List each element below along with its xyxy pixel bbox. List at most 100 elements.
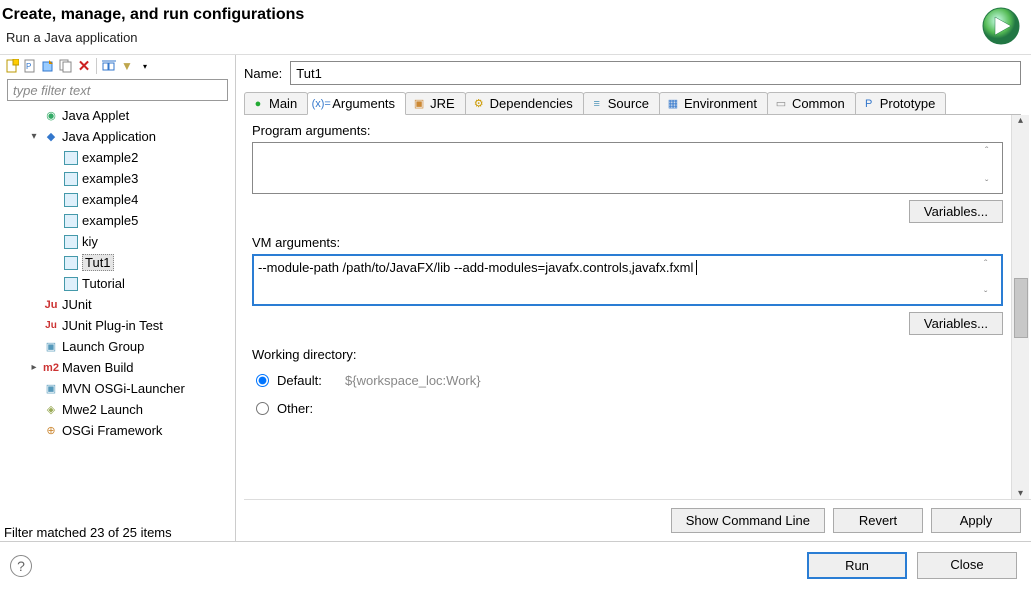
show-command-line-button[interactable]: Show Command Line [671, 508, 825, 533]
tab-label: Source [608, 96, 649, 111]
tree-item-label: example3 [82, 171, 138, 186]
tree-item-label: Launch Group [62, 339, 144, 354]
tree-item-junit-plug-in-test[interactable]: JuJUnit Plug-in Test [0, 315, 235, 336]
delete-icon[interactable]: ✕ [76, 58, 92, 74]
tree-item-label: example4 [82, 192, 138, 207]
tab-label: Dependencies [490, 96, 573, 111]
tab-icon: ▦ [666, 97, 680, 111]
dialog-title: Create, manage, and run configurations [2, 6, 304, 24]
tab-common[interactable]: ▭ Common [767, 92, 856, 114]
new-prototype-icon[interactable]: P [22, 58, 38, 74]
tree-item-mvn-osgi-launcher[interactable]: ▣MVN OSGi-Launcher [0, 378, 235, 399]
program-args-variables-button[interactable]: Variables... [909, 200, 1003, 223]
tree-item-label: Mwe2 Launch [62, 402, 143, 417]
tree-item-label: example2 [82, 150, 138, 165]
tab-prototype[interactable]: P Prototype [855, 92, 947, 114]
filter-icon[interactable]: ▼ [119, 58, 135, 74]
config-toolbar: P ✕ ▼ ▾ [0, 55, 235, 77]
tree-item-launch-group[interactable]: ▣Launch Group [0, 336, 235, 357]
dialog-subtitle: Run a Java application [6, 30, 304, 45]
run-icon [981, 6, 1021, 46]
apply-button[interactable]: Apply [931, 508, 1021, 533]
tree-item-example3[interactable]: example3 [0, 168, 235, 189]
left-panel: P ✕ ▼ ▾ ◉Java Applet▾◆Java Application ex… [0, 55, 236, 541]
tab-label: Prototype [880, 96, 936, 111]
tab-arguments[interactable]: (x)= Arguments [307, 92, 406, 115]
vm-args-input[interactable]: --module-path /path/to/JavaFX/lib --add-… [252, 254, 1003, 306]
tab-icon: P [862, 97, 876, 111]
tree-item-label: Java Application [62, 129, 156, 144]
tree-item-label: kiy [82, 234, 98, 249]
tab-label: Arguments [332, 96, 395, 111]
tree-item-kiy[interactable]: kiy [0, 231, 235, 252]
name-label: Name: [244, 66, 282, 81]
filter-dropdown-icon[interactable]: ▾ [137, 58, 153, 74]
tab-label: Main [269, 96, 297, 111]
tab-icon: ▭ [774, 97, 788, 111]
tree-item-java-applet[interactable]: ◉Java Applet [0, 105, 235, 126]
collapse-icon[interactable] [101, 58, 117, 74]
run-button[interactable]: Run [807, 552, 907, 579]
tab-icon: (x)= [314, 97, 328, 111]
new-config-icon[interactable] [4, 58, 20, 74]
tab-main[interactable]: ● Main [244, 92, 308, 114]
tab-source[interactable]: ≡ Source [583, 92, 660, 114]
tree-item-label: MVN OSGi-Launcher [62, 381, 185, 396]
arguments-tab-content: Program arguments: ˆˇ Variables... VM ar… [244, 115, 1009, 499]
vm-args-label: VM arguments: [252, 235, 1003, 250]
workdir-other-radio[interactable] [256, 402, 269, 415]
tree-item-tutorial[interactable]: Tutorial [0, 273, 235, 294]
tree-item-example5[interactable]: example5 [0, 210, 235, 231]
config-tree[interactable]: ◉Java Applet▾◆Java Application example2 ex… [0, 103, 235, 524]
tab-dependencies[interactable]: ⚙ Dependencies [465, 92, 584, 114]
twisty-icon[interactable]: ▾ [28, 131, 40, 142]
tree-item-junit[interactable]: JuJUnit [0, 294, 235, 315]
tab-icon: ● [251, 97, 265, 111]
tab-environment[interactable]: ▦ Environment [659, 92, 768, 114]
vm-args-variables-button[interactable]: Variables... [909, 312, 1003, 335]
tree-item-java-application[interactable]: ▾◆Java Application [0, 126, 235, 147]
workdir-default-value: ${workspace_loc:Work} [345, 373, 1003, 388]
tree-item-label: OSGi Framework [62, 423, 162, 438]
twisty-icon[interactable]: ▸ [28, 362, 40, 373]
tab-label: Environment [684, 96, 757, 111]
tab-icon: ▣ [412, 97, 426, 111]
tab-label: Common [792, 96, 845, 111]
tab-icon: ⚙ [472, 97, 486, 111]
tree-item-label: Maven Build [62, 360, 134, 375]
tree-item-label: Tut1 [82, 254, 114, 271]
workdir-default-radio[interactable] [256, 374, 269, 387]
workdir-label: Working directory: [252, 347, 1003, 362]
close-button[interactable]: Close [917, 552, 1017, 579]
tree-item-example4[interactable]: example4 [0, 189, 235, 210]
right-panel: Name: ● Main (x)= Arguments ▣ JRE ⚙ Dependencie… [236, 55, 1031, 541]
tab-jre[interactable]: ▣ JRE [405, 92, 466, 114]
tree-item-label: JUnit Plug-in Test [62, 318, 163, 333]
tree-item-osgi-framework[interactable]: ⊕OSGi Framework [0, 420, 235, 441]
dialog-header: Create, manage, and run configurations R… [0, 0, 1031, 55]
program-args-input[interactable]: ˆˇ [252, 142, 1003, 194]
tree-item-tut1[interactable]: Tut1 [0, 252, 235, 273]
tree-item-label: Java Applet [62, 108, 129, 123]
workdir-default-label: Default: [277, 373, 337, 388]
revert-button[interactable]: Revert [833, 508, 923, 533]
export-icon[interactable] [40, 58, 56, 74]
content-scrollbar[interactable]: ▴▾ [1011, 115, 1029, 499]
tree-item-label: example5 [82, 213, 138, 228]
workdir-other-label: Other: [277, 401, 337, 416]
svg-text:P: P [26, 62, 31, 71]
tree-item-maven-build[interactable]: ▸m2Maven Build [0, 357, 235, 378]
config-tabstrip: ● Main (x)= Arguments ▣ JRE ⚙ Dependencies ≡ Sour… [244, 91, 1021, 115]
filter-input[interactable] [7, 79, 228, 101]
program-args-label: Program arguments: [252, 123, 1003, 138]
filter-match-status: Filter matched 23 of 25 items [0, 524, 235, 541]
help-button[interactable]: ? [10, 555, 32, 577]
name-input[interactable] [290, 61, 1021, 85]
tree-item-mwe2-launch[interactable]: ◈Mwe2 Launch [0, 399, 235, 420]
tree-item-label: Tutorial [82, 276, 125, 291]
tab-icon: ≡ [590, 97, 604, 111]
tree-item-label: JUnit [62, 297, 92, 312]
duplicate-icon[interactable] [58, 58, 74, 74]
tree-item-example2[interactable]: example2 [0, 147, 235, 168]
tab-label: JRE [430, 96, 455, 111]
